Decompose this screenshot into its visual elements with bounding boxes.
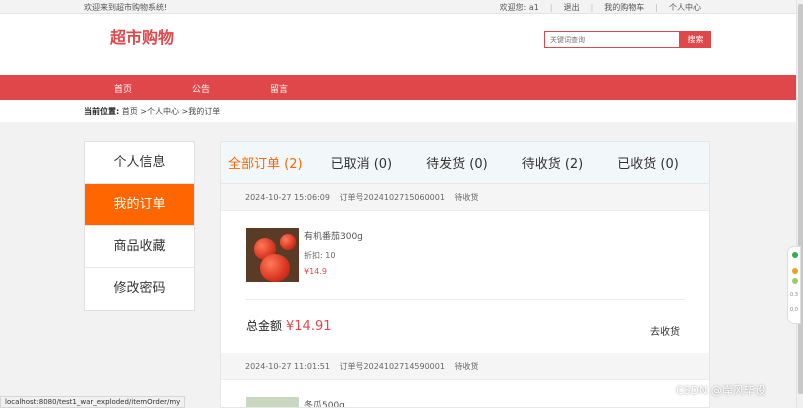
welcome-text: 欢迎来到超市购物系统! (84, 3, 168, 12)
widget-value: 0.0 (790, 307, 798, 313)
nav-item-message[interactable]: 留言 (270, 82, 288, 95)
browser-status-url: localhost:8080/test1_war_exploded/itemOr… (0, 396, 186, 408)
scrollbar-thumb[interactable] (798, 4, 803, 394)
confirm-receipt-button[interactable]: 去收货 (650, 323, 680, 338)
product-name[interactable]: 有机番茄300g (304, 229, 363, 242)
tab-received[interactable]: 已收货 (0) (583, 153, 679, 172)
tab-cancelled[interactable]: 已取消 (0) (303, 153, 393, 172)
nav-item-home[interactable]: 首页 (114, 82, 132, 95)
floating-widget[interactable]: 0.3 0.0 (787, 246, 801, 324)
order-number: 订单号2024102714590001 (339, 362, 445, 371)
order-header: 2024-10-27 15:06:09 订单号2024102715060001 … (221, 184, 709, 211)
sidebar-item-change-password[interactable]: 修改密码 (85, 268, 194, 310)
search-box: 搜索 (544, 31, 711, 48)
top-links: 欢迎您: a1 | 退出 | 我的购物车 | 个人中心 (489, 2, 712, 13)
header: 超市购物 搜索 (0, 14, 796, 75)
order-time: 2024-10-27 15:06:09 (245, 193, 330, 202)
total-amount: ¥14.91 (286, 319, 332, 334)
product-image[interactable] (246, 397, 299, 407)
search-button[interactable]: 搜索 (680, 31, 711, 48)
product-price: ¥14.9 (304, 267, 327, 276)
sidebar: 个人信息 我的订单 商品收藏 修改密码 (84, 141, 195, 311)
status-dot-icon (792, 252, 798, 258)
profile-link[interactable]: 个人中心 (658, 2, 712, 13)
sidebar-item-favorites[interactable]: 商品收藏 (85, 226, 194, 268)
total-label: 总金额 (246, 319, 283, 333)
main-nav: 首页 公告 留言 (0, 75, 796, 100)
breadcrumb-path[interactable]: 首页 >个人中心 >我的订单 (122, 107, 221, 116)
order-tabs: 全部订单 (2) 已取消 (0) 待发货 (0) 待收货 (2) 已收货 (0) (221, 142, 709, 184)
cart-link[interactable]: 我的购物车 (593, 2, 655, 13)
order-time: 2024-10-27 11:01:51 (245, 362, 330, 371)
watermark: CSDN @岸风毕设 (676, 384, 766, 397)
breadcrumb-bar: 当前位置: 首页 >个人中心 >我的订单 (0, 100, 796, 122)
top-bar: 欢迎来到超市购物系统! 欢迎您: a1 | 退出 | 我的购物车 | 个人中心 (0, 0, 803, 14)
breadcrumb: 当前位置: 首页 >个人中心 >我的订单 (84, 106, 220, 117)
status-dot-icon (792, 268, 798, 274)
order-item: 有机番茄300g 折扣: 10 ¥14.9 (221, 211, 709, 303)
product-discount: 折扣: 10 (304, 251, 336, 260)
order-header: 2024-10-27 11:01:51 订单号2024102714590001 … (221, 353, 709, 380)
logout-link[interactable]: 退出 (553, 2, 591, 13)
page-scrollbar[interactable] (796, 0, 803, 408)
sidebar-item-my-orders[interactable]: 我的订单 (85, 184, 194, 226)
tab-all-orders[interactable]: 全部订单 (2) (221, 153, 303, 172)
tomato-shape (280, 234, 296, 250)
order-number: 订单号2024102715060001 (339, 193, 445, 202)
product-image[interactable] (246, 228, 299, 282)
tab-to-receive[interactable]: 待收货 (2) (488, 153, 584, 172)
order-status: 待收货 (454, 193, 479, 202)
sidebar-item-profile[interactable]: 个人信息 (85, 142, 194, 184)
nav-item-notice[interactable]: 公告 (192, 82, 210, 95)
breadcrumb-label: 当前位置: (84, 107, 120, 116)
tab-to-ship[interactable]: 待发货 (0) (392, 153, 488, 172)
user-greeting: 欢迎您: a1 (499, 3, 539, 12)
orders-panel: 全部订单 (2) 已取消 (0) 待发货 (0) 待收货 (2) 已收货 (0)… (220, 141, 710, 408)
site-logo[interactable]: 超市购物 (110, 24, 174, 48)
divider (245, 299, 685, 300)
tomato-shape (260, 254, 290, 282)
status-dot-icon (792, 278, 798, 284)
widget-value: 0.3 (790, 292, 798, 298)
order-total: 总金额 ¥14.91 (246, 317, 332, 334)
search-input[interactable] (544, 31, 680, 48)
product-name[interactable]: 冬瓜500g (304, 398, 345, 407)
order-status: 待收货 (454, 362, 479, 371)
